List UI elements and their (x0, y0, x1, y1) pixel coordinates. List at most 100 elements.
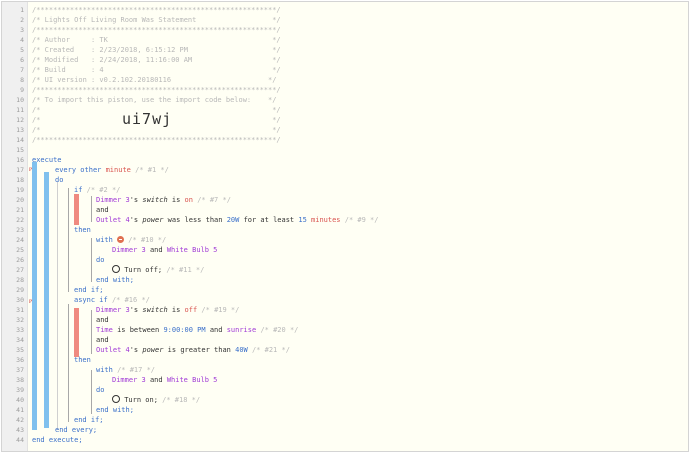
duration-operator: for at least (243, 216, 295, 224)
do-line: do (55, 175, 63, 185)
turn-off-command[interactable]: Turn off; /* #11 */ (112, 265, 204, 275)
line-number: 22 (16, 216, 24, 224)
operator: is (171, 306, 181, 314)
line-number: 25 (16, 246, 24, 254)
if-line[interactable]: if /* #2 */ (74, 185, 120, 195)
with-devices-line: Dimmer 3 and White Bulb 5 (112, 245, 217, 255)
line-number: 32 (16, 316, 24, 324)
header-ui-version: /* UI version : v0.2.102.20180116 */ (32, 76, 277, 84)
do-block-bar (44, 172, 49, 428)
device-dimmer-3: Dimmer 3 (96, 306, 130, 314)
end-if-keyword: end if; (74, 416, 104, 424)
header-border: /***************************************… (32, 136, 281, 144)
value-on: on (184, 196, 193, 204)
operator: is greater than (167, 346, 231, 354)
power-icon (112, 395, 120, 403)
line-number: 24 (16, 236, 24, 244)
statement-id: /* #9 */ (344, 216, 379, 224)
and-operator: and (96, 206, 109, 214)
header-modified: /* Modified : 2/24/2018, 11:16:00 AM */ (32, 56, 281, 64)
statement-id: /* #16 */ (111, 296, 150, 304)
line-number: 21 (16, 206, 24, 214)
cond1-bracket (91, 196, 93, 222)
every-line[interactable]: every other minute /* #1 */ (55, 165, 169, 175)
end-if-line: end if; (74, 285, 104, 295)
with-devices-line: Dimmer 3 and White Bulb 5 (112, 375, 217, 385)
with-line[interactable]: with /* #10 */ (96, 235, 166, 245)
every-block-bar (32, 162, 37, 430)
power-icon (112, 265, 120, 273)
line-number: 15 (16, 146, 24, 154)
with2-bracket (91, 370, 93, 414)
and-operator: and (209, 326, 223, 334)
line-number: 19 (16, 186, 24, 194)
condition-outlet-power[interactable]: Outlet 4's power was less than 20W for a… (96, 215, 378, 225)
attribute-power: power (142, 346, 164, 354)
command-turn-off: Turn off; (124, 266, 163, 274)
header-author: /* Author : TK */ (32, 36, 281, 44)
line-number: 16 (16, 156, 24, 164)
turn-on-command[interactable]: Turn on; /* #18 */ (112, 395, 200, 405)
device-white-bulb-5: White Bulb 5 (166, 376, 218, 384)
line-number: 26 (16, 256, 24, 264)
if-block-line (57, 182, 58, 430)
condition-outlet-power-greater[interactable]: Outlet 4's power is greater than 40W /* … (96, 345, 290, 355)
pin-icon: ᴘ (29, 165, 33, 173)
line-number: 34 (16, 336, 24, 344)
line-number: 3 (20, 26, 24, 34)
line-number: 33 (16, 326, 24, 334)
line-number: 35 (16, 346, 24, 354)
statement-id: /* #11 */ (166, 266, 205, 274)
statement-id: /* #7 */ (197, 196, 231, 204)
every-keyword: every (55, 166, 77, 174)
condition-dimmer-on[interactable]: Dimmer 3's switch is on /* #7 */ (96, 195, 231, 205)
and-line: and (96, 335, 109, 345)
line-number: 23 (16, 226, 24, 234)
line-number: 11 (16, 106, 24, 114)
do-line: do (96, 385, 104, 395)
and-operator: and (96, 316, 109, 324)
with1-bracket (91, 238, 93, 282)
line-number: 2 (20, 16, 24, 24)
line-number: 38 (16, 376, 24, 384)
line-number: 37 (16, 366, 24, 374)
line-number: 28 (16, 276, 24, 284)
header-title: /* Lights Off Living Room Was Statement … (32, 16, 281, 24)
and-operator: and (149, 246, 163, 254)
possessive: 's (129, 216, 139, 224)
do-keyword: do (96, 256, 105, 264)
value-9pm: 9:00:00 PM (163, 326, 206, 334)
line-number: 7 (20, 66, 24, 74)
header-build: /* Build : 4 */ (32, 66, 281, 74)
async-if-keyword: async if (74, 296, 108, 304)
end-if-keyword: end if; (74, 286, 104, 294)
statement-id: /* #10 */ (128, 236, 167, 244)
header-border: /***************************************… (32, 86, 281, 94)
condition-time-between[interactable]: Time is between 9:00:00 PM and sunrise /… (96, 325, 298, 335)
with-line[interactable]: with /* #17 */ (96, 365, 155, 375)
end-with-line: end with; (96, 275, 134, 285)
attribute-power: power (142, 216, 164, 224)
line-number: 29 (16, 286, 24, 294)
possessive: 's (129, 196, 139, 204)
line-number: 44 (16, 436, 24, 444)
and-operator: and (149, 376, 163, 384)
device-dimmer-3: Dimmer 3 (112, 376, 146, 384)
line-number: 6 (20, 56, 24, 64)
execute-line: execute (32, 155, 62, 165)
condition-dimmer-off[interactable]: Dimmer 3's switch is off /* #19 */ (96, 305, 239, 315)
statement-id: /* #17 */ (117, 366, 156, 374)
async-if-line[interactable]: async if /* #16 */ (74, 295, 150, 305)
header-import-note: /* To import this piston, use the import… (32, 96, 277, 104)
line-number: 1 (20, 6, 24, 14)
then-keyword: then (74, 356, 91, 364)
if2-bracket (68, 304, 70, 422)
then-line: then (74, 355, 91, 365)
attribute-switch: switch (142, 196, 168, 204)
then-line: then (74, 225, 91, 235)
line-number: 18 (16, 176, 24, 184)
do-line: do (96, 255, 104, 265)
line-number: 42 (16, 416, 24, 424)
if1-condition-bar (74, 194, 79, 225)
end-with-keyword: end with; (96, 406, 134, 414)
